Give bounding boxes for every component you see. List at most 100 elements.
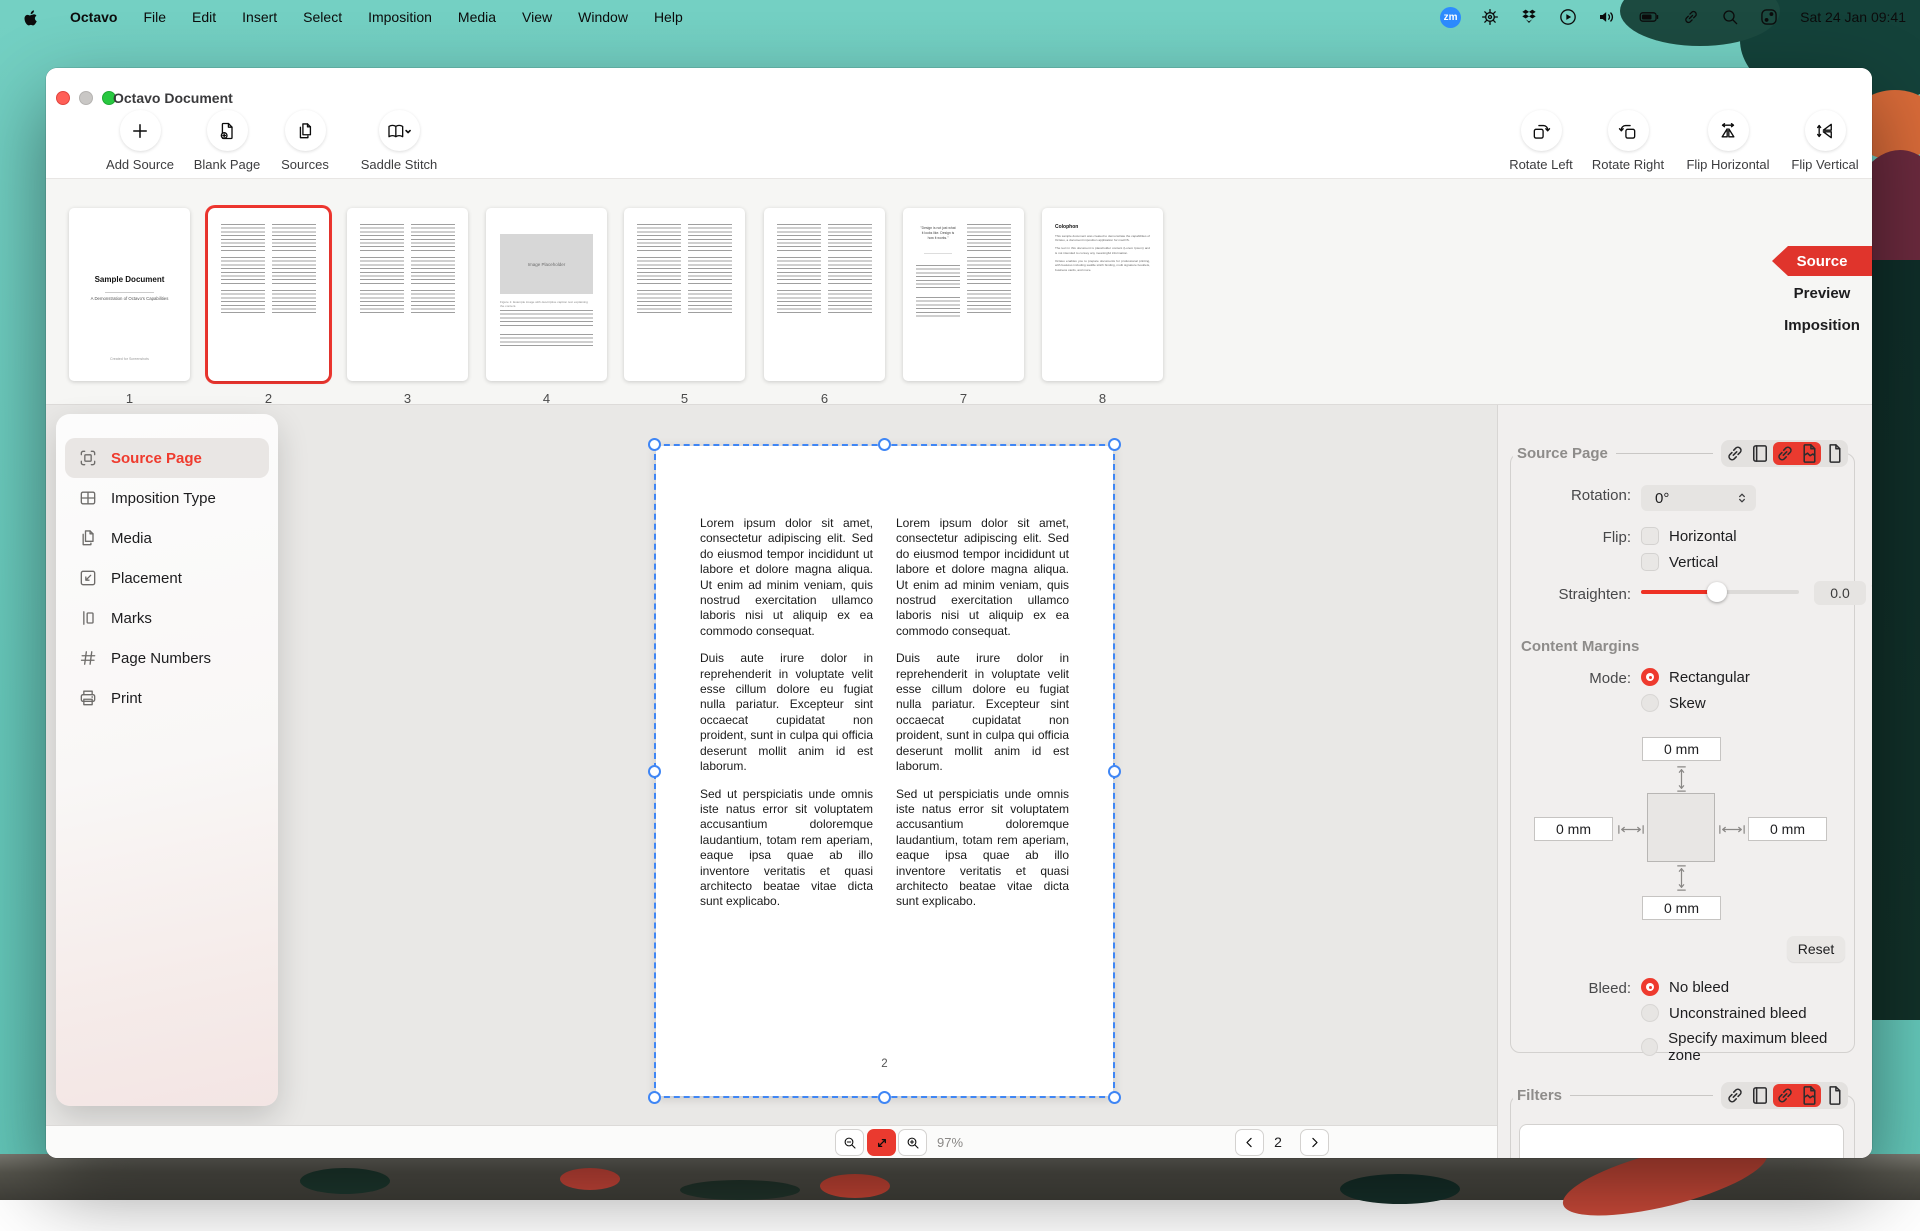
status-bar: 97% 2 xyxy=(46,1125,1497,1158)
scope-file-icon[interactable] xyxy=(1822,1084,1846,1107)
scope-linked-page-icon[interactable] xyxy=(1773,442,1797,465)
sidebar-item-imposition-type[interactable]: Imposition Type xyxy=(65,478,269,518)
dropbox-icon[interactable] xyxy=(1519,7,1539,27)
v-arrow-icon xyxy=(1674,765,1689,793)
tab-preview[interactable]: Preview xyxy=(1772,278,1872,308)
zoom-out-button[interactable] xyxy=(835,1129,864,1156)
control-center-icon[interactable] xyxy=(1759,7,1779,27)
minimize-button[interactable] xyxy=(79,91,93,105)
scope-book-icon[interactable] xyxy=(1748,1084,1772,1107)
margin-right-field[interactable]: 0 mm xyxy=(1748,817,1827,841)
apple-menu-icon[interactable] xyxy=(22,7,39,27)
chevron-right-icon xyxy=(1307,1135,1322,1150)
media-icon xyxy=(78,528,98,548)
thumbnail-7[interactable]: "Design is not just what it looks like. … xyxy=(903,208,1024,406)
scope-torn-page-icon[interactable] xyxy=(1797,442,1821,465)
search-icon[interactable] xyxy=(1720,7,1740,27)
straighten-value-field[interactable]: 0.0 xyxy=(1814,581,1866,605)
helm-icon[interactable] xyxy=(1480,7,1500,27)
thumbnail-8[interactable]: Colophon This sample document was create… xyxy=(1042,208,1163,406)
bleed-none-radio[interactable] xyxy=(1641,978,1659,996)
previous-page-button[interactable] xyxy=(1235,1129,1264,1156)
thumbnail-4[interactable]: Image Placeholder Figure 1: Example imag… xyxy=(486,208,607,406)
selection-handle-e[interactable] xyxy=(1108,765,1121,778)
thumbnail-2-selected[interactable]: 2 xyxy=(208,208,329,406)
next-page-button[interactable] xyxy=(1300,1129,1329,1156)
selection-handle-w[interactable] xyxy=(648,765,661,778)
play-icon[interactable] xyxy=(1558,7,1578,27)
menu-view[interactable]: View xyxy=(509,9,565,25)
menu-help[interactable]: Help xyxy=(641,9,696,25)
scope-book-icon[interactable] xyxy=(1748,442,1772,465)
thumbnail-1[interactable]: Sample Document A Demonstration of Octav… xyxy=(69,208,190,406)
scope-linked-page-icon[interactable] xyxy=(1773,1084,1797,1107)
margin-top-field[interactable]: 0 mm xyxy=(1642,737,1721,761)
link-icon[interactable] xyxy=(1681,7,1701,27)
mode-rectangular-radio[interactable] xyxy=(1641,668,1659,686)
margin-bottom-field[interactable]: 0 mm xyxy=(1642,896,1721,920)
sidebar-item-media[interactable]: Media xyxy=(65,518,269,558)
close-button[interactable] xyxy=(56,91,70,105)
speaker-icon[interactable] xyxy=(1597,7,1617,27)
thumb-number: 2 xyxy=(208,391,329,406)
scope-link-icon[interactable] xyxy=(1723,442,1747,465)
margin-left-field[interactable]: 0 mm xyxy=(1534,817,1613,841)
bleed-unconstrained-option: Unconstrained bleed xyxy=(1669,1005,1807,1022)
zoom-out-icon xyxy=(842,1135,858,1151)
selection-handle-n[interactable] xyxy=(878,438,891,451)
zoom-in-button[interactable] xyxy=(898,1129,927,1156)
current-page-field[interactable]: 2 xyxy=(1264,1134,1292,1150)
zoom-fit-button[interactable] xyxy=(867,1129,896,1156)
scope-file-icon[interactable] xyxy=(1822,442,1846,465)
selection-handle-nw[interactable] xyxy=(648,438,661,451)
battery-icon[interactable] xyxy=(1636,7,1662,27)
thumbnail-3[interactable]: 3 xyxy=(347,208,468,406)
menu-insert[interactable]: Insert xyxy=(229,9,290,25)
menu-file[interactable]: File xyxy=(130,9,179,25)
rotation-dropdown[interactable]: 0° xyxy=(1641,485,1756,511)
tab-source[interactable]: Source xyxy=(1772,246,1872,276)
source-page-group-title: Source Page xyxy=(1513,445,1616,462)
rotate-right-button[interactable]: Rotate Right xyxy=(1573,110,1683,172)
selection-handle-s[interactable] xyxy=(878,1091,891,1104)
flip-horizontal-button[interactable]: Flip Horizontal xyxy=(1673,110,1783,172)
bleed-unconstrained-radio[interactable] xyxy=(1641,1004,1659,1022)
selection-handle-sw[interactable] xyxy=(648,1091,661,1104)
sidebar-item-source-page[interactable]: Source Page xyxy=(65,438,269,478)
sidebar-item-marks[interactable]: Marks xyxy=(65,598,269,638)
straighten-slider-knob[interactable] xyxy=(1707,582,1727,602)
sidebar-item-placement[interactable]: Placement xyxy=(65,558,269,598)
zoom-app-icon[interactable]: zm xyxy=(1440,7,1461,28)
flip-vertical-checkbox[interactable] xyxy=(1641,553,1659,571)
titlebar[interactable]: Octavo Document xyxy=(46,68,1872,114)
selection-handle-se[interactable] xyxy=(1108,1091,1121,1104)
bleed-max-zone-radio[interactable] xyxy=(1641,1038,1658,1056)
thumb-number: 7 xyxy=(903,391,1024,406)
scope-torn-page-icon[interactable] xyxy=(1797,1084,1821,1107)
menubar-clock[interactable]: Sat 24 Jan 09:41 xyxy=(1800,9,1906,25)
filters-list[interactable] xyxy=(1519,1124,1844,1158)
flip-vertical-button[interactable]: Flip Vertical xyxy=(1770,110,1872,172)
scope-link-icon[interactable] xyxy=(1723,1084,1747,1107)
mode-skew-radio[interactable] xyxy=(1641,694,1659,712)
menu-edit[interactable]: Edit xyxy=(179,9,229,25)
menu-window[interactable]: Window xyxy=(565,9,641,25)
sidebar-item-print[interactable]: Print xyxy=(65,678,269,718)
thumbnail-6[interactable]: 6 xyxy=(764,208,885,406)
thumb-number: 4 xyxy=(486,391,607,406)
menu-app-name[interactable]: Octavo xyxy=(57,9,130,25)
sidebar-item-page-numbers[interactable]: Page Numbers xyxy=(65,638,269,678)
selection-handle-ne[interactable] xyxy=(1108,438,1121,451)
menu-media[interactable]: Media xyxy=(445,9,509,25)
saddle-stitch-button[interactable]: Saddle Stitch xyxy=(344,110,454,172)
wallpaper-plant xyxy=(680,1180,800,1200)
reset-button[interactable]: Reset xyxy=(1787,936,1845,962)
straighten-slider[interactable] xyxy=(1641,582,1799,602)
thumbnail-5[interactable]: 5 xyxy=(624,208,745,406)
thumb-number: 8 xyxy=(1042,391,1163,406)
tab-imposition[interactable]: Imposition xyxy=(1772,310,1872,340)
wallpaper-tree-trunk xyxy=(1865,260,1920,1020)
menu-select[interactable]: Select xyxy=(290,9,355,25)
menu-imposition[interactable]: Imposition xyxy=(355,9,445,25)
flip-horizontal-checkbox[interactable] xyxy=(1641,527,1659,545)
